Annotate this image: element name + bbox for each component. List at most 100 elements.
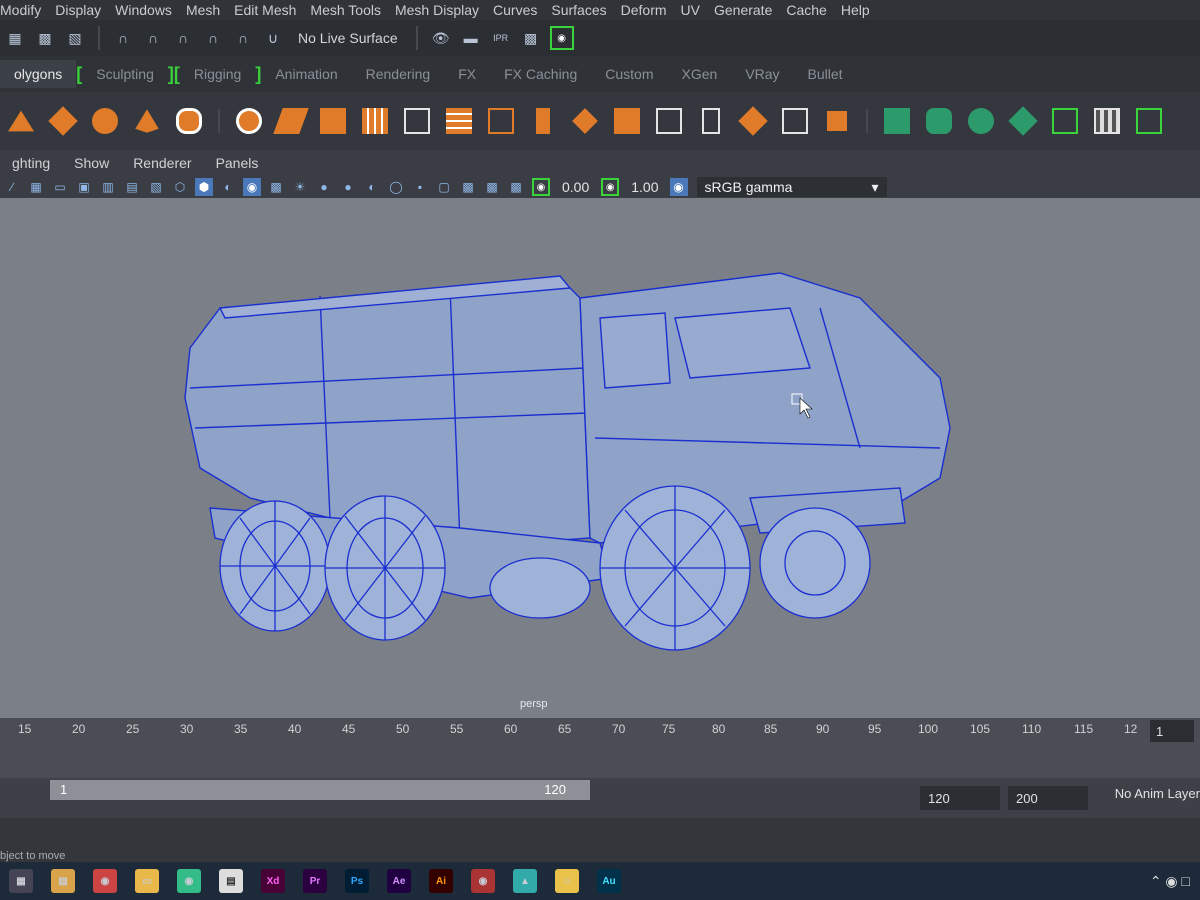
app-icon[interactable]: ☺	[555, 869, 579, 893]
uv-layout-icon[interactable]	[1132, 104, 1166, 138]
color-space-dropdown[interactable]: sRGB gamma ▾	[696, 177, 887, 197]
tab-fx[interactable]: FX	[444, 66, 490, 82]
uv-spherical-icon[interactable]	[964, 104, 998, 138]
uv-camera-icon[interactable]	[1048, 104, 1082, 138]
film-gate-icon[interactable]: ▭	[51, 178, 69, 196]
motion-blur-icon[interactable]: ◐	[363, 178, 381, 196]
menu-mesh-tools[interactable]: Mesh Tools	[310, 2, 395, 18]
mirror-icon[interactable]	[442, 104, 476, 138]
gamma-icon[interactable]: ◉	[601, 178, 620, 196]
poly-torus-icon[interactable]	[88, 104, 122, 138]
chrome-icon[interactable]: ◉	[177, 869, 201, 893]
wireframe-on-shaded-icon[interactable]: ◉	[243, 178, 261, 196]
tab-animation[interactable]: Animation	[261, 66, 351, 82]
isolate-select-icon[interactable]: ▢	[435, 178, 453, 196]
tab-xgen[interactable]: XGen	[668, 66, 732, 82]
fill-hole-icon[interactable]	[820, 104, 854, 138]
folder-icon[interactable]: ▭	[135, 869, 159, 893]
menu-modify[interactable]: Modify	[0, 2, 55, 18]
app-icon[interactable]: ◉	[471, 869, 495, 893]
menu-curves[interactable]: Curves	[493, 2, 551, 18]
menu-uv[interactable]: UV	[681, 2, 714, 18]
audition-icon[interactable]: Au	[597, 869, 621, 893]
range-slider[interactable]: 1 120	[50, 780, 590, 800]
snap-grid-icon[interactable]: ∩	[112, 27, 134, 49]
use-lights-icon[interactable]: ☀	[291, 178, 309, 196]
menu-deform[interactable]: Deform	[621, 2, 681, 18]
menu-windows[interactable]: Windows	[115, 2, 186, 18]
shadows-icon[interactable]: ●	[315, 178, 333, 196]
menu-display[interactable]: Display	[55, 2, 115, 18]
render-settings-icon[interactable]: ▩	[520, 27, 542, 49]
ambient-occlusion-icon[interactable]: ●	[339, 178, 357, 196]
tab-custom[interactable]: Custom	[591, 66, 667, 82]
select-by-hierarchy-icon[interactable]: ▦	[4, 27, 26, 49]
uv-cylindrical-icon[interactable]	[922, 104, 956, 138]
tab-polygons[interactable]: olygons	[0, 60, 77, 88]
snap-curve-icon[interactable]: ∩	[142, 27, 164, 49]
file-icon[interactable]: ▤	[51, 869, 75, 893]
extrude-icon[interactable]	[526, 104, 560, 138]
menu-mesh[interactable]: Mesh	[186, 2, 234, 18]
extract-icon[interactable]	[358, 104, 392, 138]
tab-vray[interactable]: VRay	[731, 66, 793, 82]
safe-title-icon[interactable]: ▧	[147, 178, 165, 196]
separate-icon[interactable]	[273, 104, 309, 138]
booleans-icon[interactable]	[400, 104, 434, 138]
after-effects-icon[interactable]: Ae	[387, 869, 411, 893]
photoshop-icon[interactable]: Ps	[345, 869, 369, 893]
wireframe-icon[interactable]: ⬡	[171, 178, 189, 196]
panel-menu-panels[interactable]: Panels	[204, 155, 271, 171]
snap-view-icon[interactable]: ∩	[202, 27, 224, 49]
ipr-render-icon[interactable]: IPR	[490, 27, 512, 49]
panel-menu-renderer[interactable]: Renderer	[121, 155, 203, 171]
tab-sculpting[interactable]: Sculpting	[82, 66, 168, 82]
safe-action-icon[interactable]: ▤	[123, 178, 141, 196]
end-time-field[interactable]: 120	[920, 786, 1000, 810]
command-line[interactable]: bject to move	[0, 818, 1200, 862]
xray-joints-icon[interactable]: ▩	[483, 178, 501, 196]
tab-rigging[interactable]: Rigging	[180, 66, 255, 82]
poly-plane-icon[interactable]	[46, 104, 80, 138]
anim-end-field[interactable]: 200	[1008, 786, 1088, 810]
target-weld-icon[interactable]	[778, 104, 812, 138]
color-management-icon[interactable]: ◉	[669, 178, 688, 196]
premiere-icon[interactable]: Pr	[303, 869, 327, 893]
time-slider[interactable]: 15 20 25 30 35 40 45 50 55 60 65 70 75 8…	[0, 718, 1200, 778]
exposure-field[interactable]: 0.00	[562, 179, 589, 195]
start-icon[interactable]: ▦	[9, 869, 33, 893]
panel-menu-show[interactable]: Show	[62, 155, 121, 171]
poly-pyramid-icon[interactable]	[130, 104, 164, 138]
combine-icon[interactable]	[232, 104, 266, 138]
snap-surface-icon[interactable]: ∩	[232, 27, 254, 49]
uv-planar-icon[interactable]	[880, 104, 914, 138]
notes-icon[interactable]: ▤	[219, 869, 243, 893]
poly-pipe-icon[interactable]	[172, 104, 206, 138]
uv-editor-icon[interactable]	[1090, 104, 1124, 138]
panel-menu-lighting[interactable]: ghting	[0, 155, 62, 171]
menu-cache[interactable]: Cache	[786, 2, 840, 18]
uv-automatic-icon[interactable]	[1006, 104, 1040, 138]
render-frame-icon[interactable]: ▬	[460, 27, 482, 49]
shade-textured-icon[interactable]: ◐	[219, 178, 237, 196]
truck-mesh[interactable]	[0, 198, 1200, 718]
bridge-icon[interactable]	[568, 104, 602, 138]
offset-edge-loop-icon[interactable]	[694, 104, 728, 138]
menu-generate[interactable]: Generate	[714, 2, 786, 18]
illustrator-icon[interactable]: Ai	[429, 869, 453, 893]
smooth-icon[interactable]	[316, 104, 350, 138]
depth-of-field-icon[interactable]: ▪	[411, 178, 429, 196]
textured-icon[interactable]: ▩	[267, 178, 285, 196]
hypershade-icon[interactable]: ◉	[549, 26, 574, 50]
exposure-icon[interactable]: ◉	[532, 178, 550, 196]
maya-icon[interactable]: ▲	[513, 869, 537, 893]
resolution-gate-icon[interactable]: ▣	[75, 178, 93, 196]
select-by-object-icon[interactable]: ▩	[34, 27, 56, 49]
make-live-icon[interactable]: ∪	[262, 27, 284, 49]
camera-attributes-icon[interactable]: ∕	[3, 178, 21, 196]
tray-icons[interactable]: ⌃ ◉ □	[1150, 873, 1190, 890]
merge-icon[interactable]	[736, 104, 770, 138]
xray-components-icon[interactable]: ▩	[507, 178, 525, 196]
current-frame-field[interactable]: 1	[1150, 720, 1194, 742]
tab-rendering[interactable]: Rendering	[352, 66, 445, 82]
